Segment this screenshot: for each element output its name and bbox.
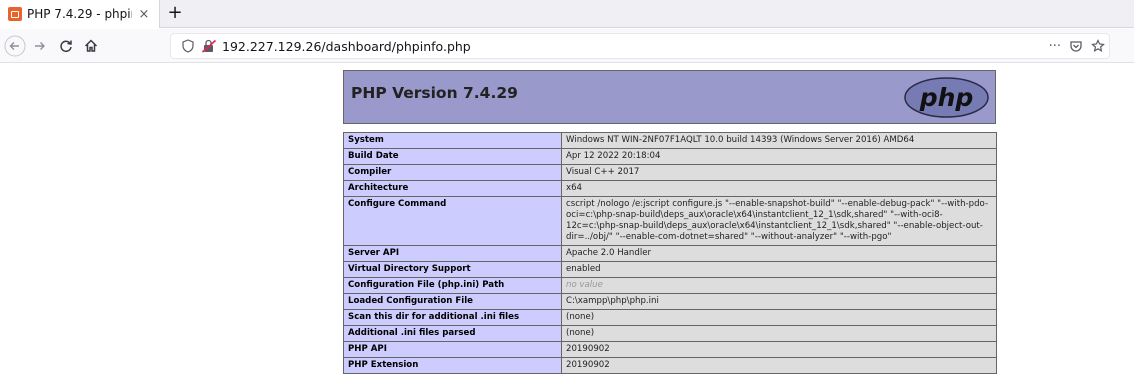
forward-arrow-icon[interactable] xyxy=(29,35,51,57)
info-value-cell: cscript /nologo /e:jscript configure.js … xyxy=(561,196,997,246)
info-value-cell: Apache 2.0 Handler xyxy=(561,245,997,262)
page-actions-menu-icon[interactable]: ··· xyxy=(1049,39,1061,54)
info-key-cell: Configuration File (php.ini) Path xyxy=(343,277,562,294)
info-value-cell: Visual C++ 2017 xyxy=(561,164,997,181)
php-logo: php xyxy=(904,77,989,118)
info-value-cell: 20190902 xyxy=(561,357,997,374)
info-key-cell: PHP API xyxy=(343,341,562,358)
info-table-row: Loaded Configuration File C:\xampp\php\ph… xyxy=(343,293,997,310)
url-actions: ··· xyxy=(1049,34,1105,58)
info-table-row: Virtual Directory Support enabled xyxy=(343,261,997,278)
info-key-cell: Loaded Configuration File xyxy=(343,293,562,310)
info-value-cell: x64 xyxy=(561,180,997,197)
tab-strip: PHP 7.4.29 - phpinfo() × + xyxy=(0,0,1134,28)
info-value-cell: 20190902 xyxy=(561,341,997,358)
info-key-cell: PHP Extension xyxy=(343,357,562,374)
address-bar[interactable]: 192.227.129.26/dashboard/phpinfo.php ··· xyxy=(170,33,1110,59)
info-key-cell: System xyxy=(343,132,562,149)
tab-title: PHP 7.4.29 - phpinfo() xyxy=(27,7,132,21)
bookmark-star-icon[interactable] xyxy=(1091,39,1105,53)
info-key-cell: Scan this dir for additional .ini files xyxy=(343,309,562,326)
info-key-cell: Configure Command xyxy=(343,196,562,246)
info-key-cell: Build Date xyxy=(343,148,562,165)
info-table-row: Additional .ini files parsed (none) xyxy=(343,325,997,342)
info-value-cell: no value xyxy=(561,277,997,294)
info-key-cell: Additional .ini files parsed xyxy=(343,325,562,342)
info-value-cell: (none) xyxy=(561,309,997,326)
info-key-cell: Server API xyxy=(343,245,562,262)
info-table-row: Compiler Visual C++ 2017 xyxy=(343,164,997,181)
info-table-row: Architecture x64 xyxy=(343,180,997,197)
new-tab-button[interactable]: + xyxy=(164,3,186,25)
info-table-row: Scan this dir for additional .ini files(… xyxy=(343,309,997,326)
back-arrow-icon[interactable] xyxy=(4,35,26,57)
info-table-row: Build Date Apr 12 2022 20:18:04 xyxy=(343,148,997,165)
home-icon[interactable] xyxy=(80,35,102,57)
info-key-cell: Compiler xyxy=(343,164,562,181)
insecure-lock-icon[interactable] xyxy=(201,39,217,53)
info-value-cell: (none) xyxy=(561,325,997,342)
info-table-row: PHP API 20190902 xyxy=(343,341,997,358)
phpinfo-page: PHP Version 7.4.29 php System Windows NT … xyxy=(343,70,997,374)
navigation-toolbar: 192.227.129.26/dashboard/phpinfo.php ··· xyxy=(0,29,1134,63)
info-table-row: Configure Command cscript /nologo /e:jscr… xyxy=(343,196,997,246)
php-version-title: PHP Version 7.4.29 xyxy=(351,84,518,102)
info-value-cell: Windows NT WIN-2NF07F1AQLT 10.0 build 14… xyxy=(561,132,997,149)
php-info-table: System Windows NT WIN-2NF07F1AQLT 10.0 bu… xyxy=(343,132,997,374)
reload-icon[interactable] xyxy=(55,35,77,57)
php-logo-text: php xyxy=(919,83,974,112)
url-text[interactable]: 192.227.129.26/dashboard/phpinfo.php xyxy=(222,39,471,54)
info-table-row: Configuration File (php.ini) Path no valu… xyxy=(343,277,997,294)
tab-close-icon[interactable]: × xyxy=(137,7,151,22)
browser-tab[interactable]: PHP 7.4.29 - phpinfo() × xyxy=(0,0,160,28)
php-favicon-icon xyxy=(8,7,22,21)
info-value-cell: C:\xampp\php\php.ini xyxy=(561,293,997,310)
php-version-header: PHP Version 7.4.29 php xyxy=(343,70,996,124)
info-key-cell: Virtual Directory Support xyxy=(343,261,562,278)
info-table-row: Server API Apache 2.0 Handler xyxy=(343,245,997,262)
pocket-icon[interactable] xyxy=(1069,39,1083,53)
info-key-cell: Architecture xyxy=(343,180,562,197)
info-table-row: System Windows NT WIN-2NF07F1AQLT 10.0 bu… xyxy=(343,132,997,149)
info-value-cell: enabled xyxy=(561,261,997,278)
shield-icon[interactable] xyxy=(181,39,195,53)
info-table-row: PHP Extension 20190902 xyxy=(343,357,997,374)
info-value-cell: Apr 12 2022 20:18:04 xyxy=(561,148,997,165)
